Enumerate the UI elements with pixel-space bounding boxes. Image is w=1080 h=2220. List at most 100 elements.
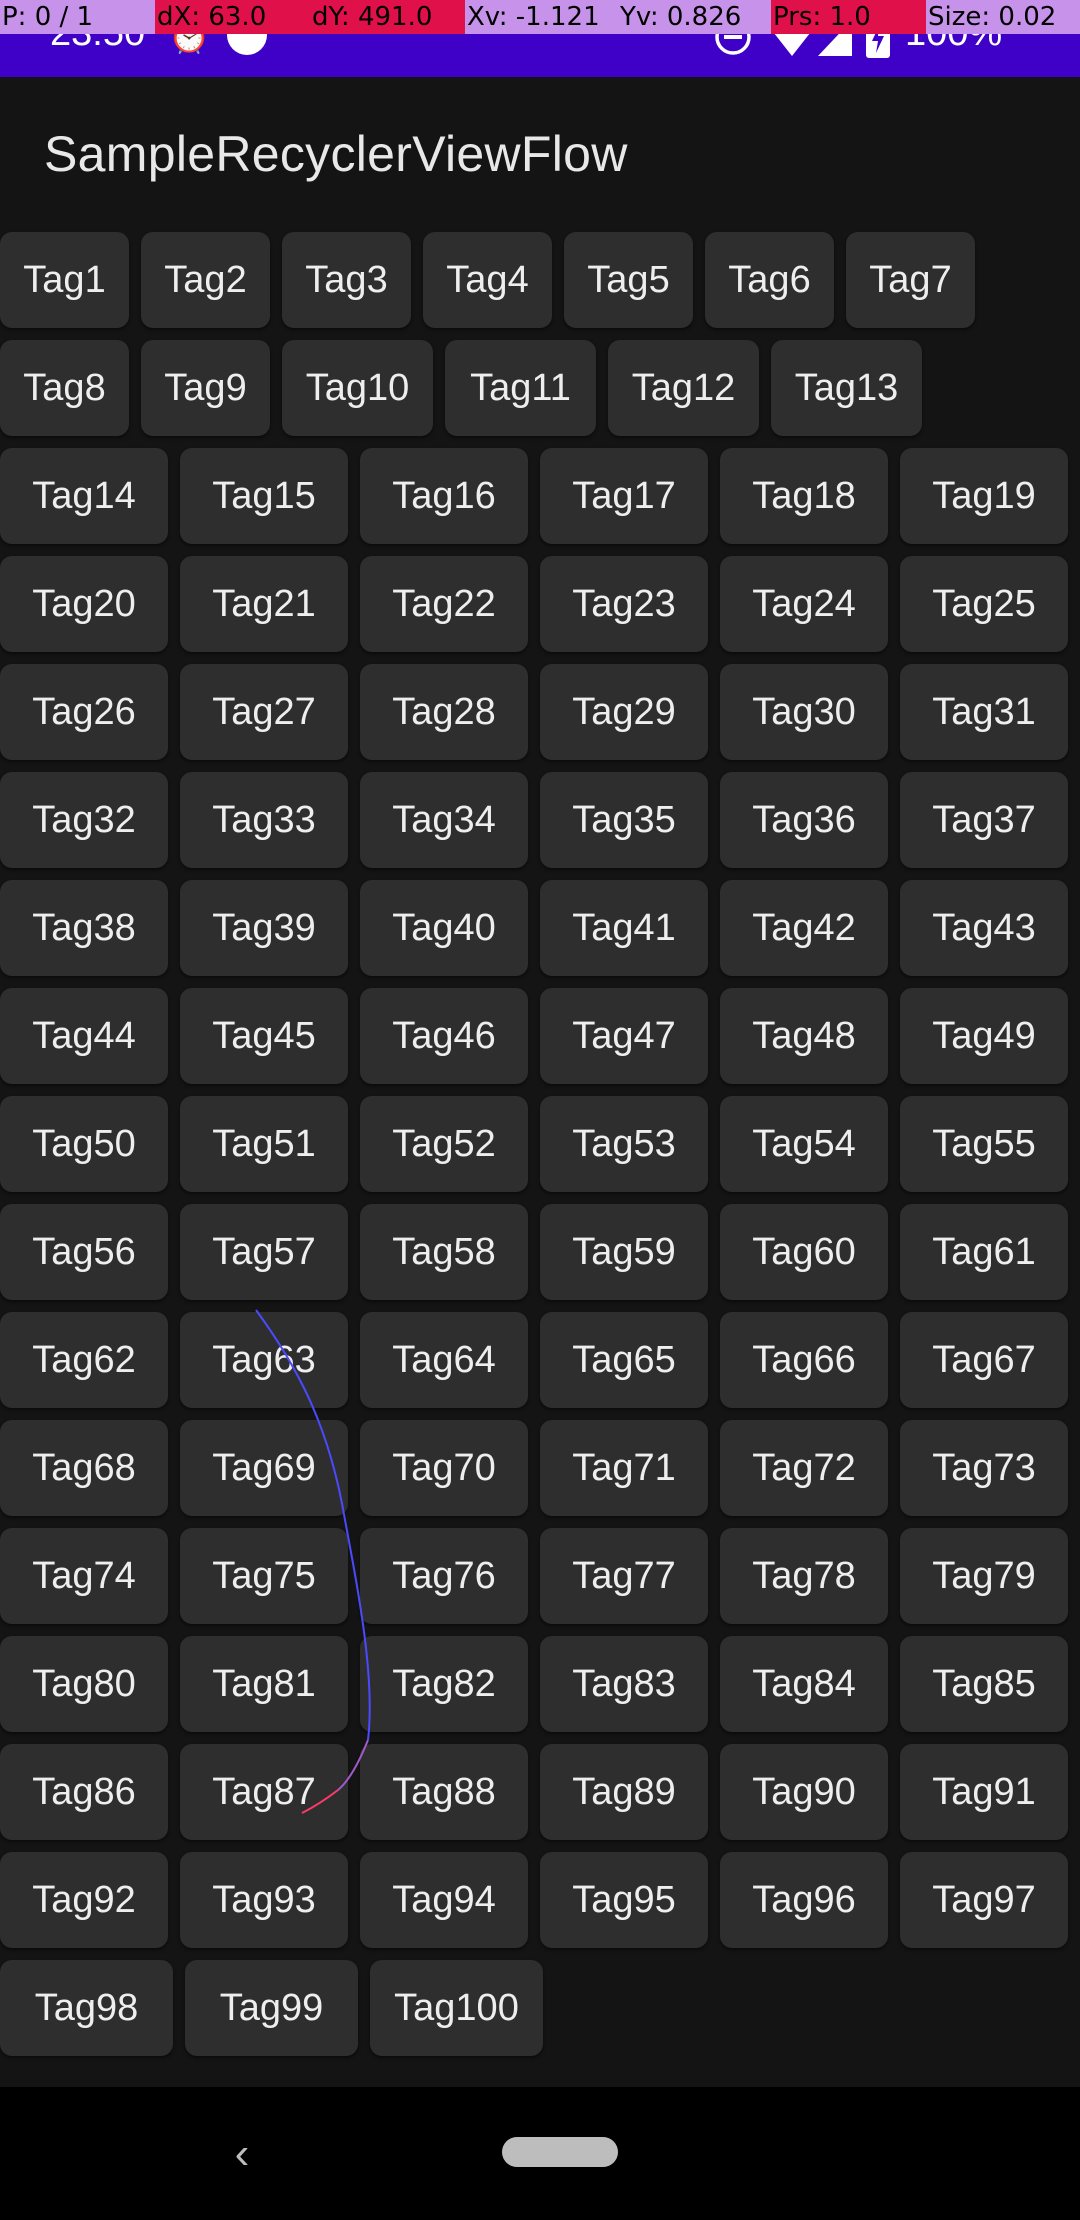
tag-chip-71[interactable]: Tag71 xyxy=(540,1420,708,1516)
tag-chip-85[interactable]: Tag85 xyxy=(900,1636,1068,1732)
tag-chip-98[interactable]: Tag98 xyxy=(0,1960,173,2056)
tag-chip-81[interactable]: Tag81 xyxy=(180,1636,348,1732)
tag-chip-91[interactable]: Tag91 xyxy=(900,1744,1068,1840)
tag-chip-30[interactable]: Tag30 xyxy=(720,664,888,760)
tag-chip-47[interactable]: Tag47 xyxy=(540,988,708,1084)
tag-chip-20[interactable]: Tag20 xyxy=(0,556,168,652)
tag-chip-14[interactable]: Tag14 xyxy=(0,448,168,544)
tag-chip-49[interactable]: Tag49 xyxy=(900,988,1068,1084)
tag-chip-57[interactable]: Tag57 xyxy=(180,1204,348,1300)
tag-chip-67[interactable]: Tag67 xyxy=(900,1312,1068,1408)
tag-chip-68[interactable]: Tag68 xyxy=(0,1420,168,1516)
tag-chip-12[interactable]: Tag12 xyxy=(608,340,759,436)
tag-chip-69[interactable]: Tag69 xyxy=(180,1420,348,1516)
home-pill-icon[interactable] xyxy=(502,2137,618,2167)
tag-chip-18[interactable]: Tag18 xyxy=(720,448,888,544)
tag-chip-46[interactable]: Tag46 xyxy=(360,988,528,1084)
tag-chip-62[interactable]: Tag62 xyxy=(0,1312,168,1408)
tag-chip-43[interactable]: Tag43 xyxy=(900,880,1068,976)
tag-chip-15[interactable]: Tag15 xyxy=(180,448,348,544)
tag-chip-88[interactable]: Tag88 xyxy=(360,1744,528,1840)
tag-chip-86[interactable]: Tag86 xyxy=(0,1744,168,1840)
tag-chip-42[interactable]: Tag42 xyxy=(720,880,888,976)
tag-chip-70[interactable]: Tag70 xyxy=(360,1420,528,1516)
tag-chip-76[interactable]: Tag76 xyxy=(360,1528,528,1624)
tag-chip-8[interactable]: Tag8 xyxy=(0,340,129,436)
tag-chip-83[interactable]: Tag83 xyxy=(540,1636,708,1732)
tag-chip-79[interactable]: Tag79 xyxy=(900,1528,1068,1624)
back-chevron-icon[interactable]: ‹ xyxy=(222,2129,262,2179)
tag-chip-93[interactable]: Tag93 xyxy=(180,1852,348,1948)
tag-chip-96[interactable]: Tag96 xyxy=(720,1852,888,1948)
tag-chip-35[interactable]: Tag35 xyxy=(540,772,708,868)
tag-chip-59[interactable]: Tag59 xyxy=(540,1204,708,1300)
tag-chip-52[interactable]: Tag52 xyxy=(360,1096,528,1192)
tag-chip-51[interactable]: Tag51 xyxy=(180,1096,348,1192)
tag-chip-4[interactable]: Tag4 xyxy=(423,232,552,328)
tag-chip-41[interactable]: Tag41 xyxy=(540,880,708,976)
tag-chip-7[interactable]: Tag7 xyxy=(846,232,975,328)
tag-chip-75[interactable]: Tag75 xyxy=(180,1528,348,1624)
tag-chip-34[interactable]: Tag34 xyxy=(360,772,528,868)
tag-chip-92[interactable]: Tag92 xyxy=(0,1852,168,1948)
tag-chip-77[interactable]: Tag77 xyxy=(540,1528,708,1624)
tag-chip-65[interactable]: Tag65 xyxy=(540,1312,708,1408)
tag-chip-3[interactable]: Tag3 xyxy=(282,232,411,328)
tag-chip-19[interactable]: Tag19 xyxy=(900,448,1068,544)
tag-chip-26[interactable]: Tag26 xyxy=(0,664,168,760)
tag-chip-44[interactable]: Tag44 xyxy=(0,988,168,1084)
tag-chip-17[interactable]: Tag17 xyxy=(540,448,708,544)
tag-chip-56[interactable]: Tag56 xyxy=(0,1204,168,1300)
tag-chip-50[interactable]: Tag50 xyxy=(0,1096,168,1192)
tag-chip-89[interactable]: Tag89 xyxy=(540,1744,708,1840)
tag-chip-21[interactable]: Tag21 xyxy=(180,556,348,652)
tag-chip-24[interactable]: Tag24 xyxy=(720,556,888,652)
tag-chip-87[interactable]: Tag87 xyxy=(180,1744,348,1840)
tag-chip-73[interactable]: Tag73 xyxy=(900,1420,1068,1516)
tag-chip-32[interactable]: Tag32 xyxy=(0,772,168,868)
tag-chip-97[interactable]: Tag97 xyxy=(900,1852,1068,1948)
tag-chip-58[interactable]: Tag58 xyxy=(360,1204,528,1300)
tag-chip-64[interactable]: Tag64 xyxy=(360,1312,528,1408)
tag-chip-25[interactable]: Tag25 xyxy=(900,556,1068,652)
tag-flow-list[interactable]: Tag1 Tag2 Tag3 Tag4 Tag5 Tag6 Tag7 Tag8 Tag9 Tag1… xyxy=(0,232,1080,2068)
tag-chip-78[interactable]: Tag78 xyxy=(720,1528,888,1624)
tag-chip-66[interactable]: Tag66 xyxy=(720,1312,888,1408)
tag-chip-31[interactable]: Tag31 xyxy=(900,664,1068,760)
tag-chip-23[interactable]: Tag23 xyxy=(540,556,708,652)
tag-chip-60[interactable]: Tag60 xyxy=(720,1204,888,1300)
tag-chip-16[interactable]: Tag16 xyxy=(360,448,528,544)
tag-chip-33[interactable]: Tag33 xyxy=(180,772,348,868)
tag-chip-28[interactable]: Tag28 xyxy=(360,664,528,760)
tag-chip-39[interactable]: Tag39 xyxy=(180,880,348,976)
tag-chip-40[interactable]: Tag40 xyxy=(360,880,528,976)
tag-chip-95[interactable]: Tag95 xyxy=(540,1852,708,1948)
tag-chip-72[interactable]: Tag72 xyxy=(720,1420,888,1516)
tag-chip-11[interactable]: Tag11 xyxy=(445,340,596,436)
tag-chip-74[interactable]: Tag74 xyxy=(0,1528,168,1624)
tag-chip-84[interactable]: Tag84 xyxy=(720,1636,888,1732)
tag-chip-6[interactable]: Tag6 xyxy=(705,232,834,328)
tag-chip-2[interactable]: Tag2 xyxy=(141,232,270,328)
tag-chip-90[interactable]: Tag90 xyxy=(720,1744,888,1840)
tag-chip-5[interactable]: Tag5 xyxy=(564,232,693,328)
tag-chip-10[interactable]: Tag10 xyxy=(282,340,433,436)
tag-chip-29[interactable]: Tag29 xyxy=(540,664,708,760)
tag-chip-54[interactable]: Tag54 xyxy=(720,1096,888,1192)
tag-chip-100[interactable]: Tag100 xyxy=(370,1960,543,2056)
tag-chip-99[interactable]: Tag99 xyxy=(185,1960,358,2056)
tag-chip-27[interactable]: Tag27 xyxy=(180,664,348,760)
tag-chip-82[interactable]: Tag82 xyxy=(360,1636,528,1732)
tag-chip-13[interactable]: Tag13 xyxy=(771,340,922,436)
tag-chip-61[interactable]: Tag61 xyxy=(900,1204,1068,1300)
tag-chip-9[interactable]: Tag9 xyxy=(141,340,270,436)
tag-chip-38[interactable]: Tag38 xyxy=(0,880,168,976)
tag-chip-94[interactable]: Tag94 xyxy=(360,1852,528,1948)
tag-chip-80[interactable]: Tag80 xyxy=(0,1636,168,1732)
tag-chip-37[interactable]: Tag37 xyxy=(900,772,1068,868)
tag-chip-22[interactable]: Tag22 xyxy=(360,556,528,652)
tag-chip-55[interactable]: Tag55 xyxy=(900,1096,1068,1192)
tag-chip-45[interactable]: Tag45 xyxy=(180,988,348,1084)
tag-chip-53[interactable]: Tag53 xyxy=(540,1096,708,1192)
tag-chip-48[interactable]: Tag48 xyxy=(720,988,888,1084)
